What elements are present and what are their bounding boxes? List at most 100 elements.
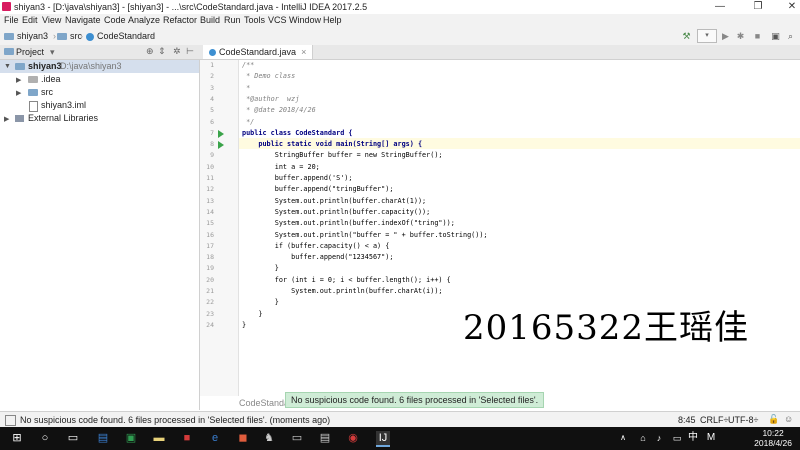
code-line: System.out.println(buffer.charAt(i)); xyxy=(242,287,443,295)
intellij-app-icon xyxy=(2,2,11,11)
volume-icon[interactable]: ♪ xyxy=(652,431,666,445)
chevron-down-icon[interactable]: ▾ xyxy=(50,47,55,58)
run-gutter-icon[interactable] xyxy=(218,129,224,138)
stop-icon[interactable]: ■ xyxy=(751,30,764,42)
qq-icon[interactable]: ♞ xyxy=(262,431,276,445)
code-line: System.out.println("buffer = " + buffer.… xyxy=(242,230,488,239)
hide-panel-icon[interactable]: ⊢ xyxy=(186,46,194,57)
breadcrumb-project[interactable]: shiyan3 xyxy=(4,31,48,41)
cursor-position[interactable]: 8:45 xyxy=(678,415,696,425)
menu-view[interactable]: View xyxy=(42,15,61,25)
breadcrumb-file-label: CodeStandard xyxy=(97,31,156,41)
edge-icon[interactable]: ▤ xyxy=(96,431,110,445)
status-bar: No suspicious code found. 6 files proces… xyxy=(0,411,800,428)
menu-refactor[interactable]: Refactor xyxy=(163,15,197,25)
ie-icon[interactable]: e xyxy=(208,431,222,445)
menu-navigate[interactable]: Navigate xyxy=(65,15,101,25)
line-number: 14 xyxy=(206,207,214,216)
project-panel-title[interactable]: Project xyxy=(16,47,44,57)
file-icon xyxy=(29,101,38,112)
store-icon[interactable]: ▣ xyxy=(124,431,138,445)
system-clock[interactable]: 10:22 2018/4/26 xyxy=(754,428,792,448)
line-number: 12 xyxy=(206,185,214,194)
tree-item-root[interactable]: ▼ shiyan3 D:\java\shiyan3 xyxy=(0,60,199,73)
file-encoding[interactable]: UTF-8÷ xyxy=(728,415,758,425)
line-number: 19 xyxy=(206,264,214,273)
run-config-dropdown[interactable]: ▾ xyxy=(697,29,717,43)
file-explorer-icon[interactable]: ▬ xyxy=(152,431,166,445)
tray-up-icon[interactable]: ∧ xyxy=(616,431,630,445)
ime-indicator[interactable]: 中 xyxy=(686,431,700,445)
breadcrumb-folder[interactable]: src xyxy=(57,31,82,41)
editor-tab[interactable]: CodeStandard.java × xyxy=(203,45,314,59)
run-gutter-icon[interactable] xyxy=(218,141,224,150)
close-button[interactable]: ✕ xyxy=(772,0,800,14)
lock-icon[interactable]: 🔓 xyxy=(768,414,779,425)
class-icon xyxy=(86,32,94,41)
chevron-right-icon[interactable]: ▶ xyxy=(4,115,9,123)
tree-item-external-libraries[interactable]: ▶ External Libraries xyxy=(0,112,199,125)
menu-run[interactable]: Run xyxy=(224,15,241,25)
line-separator[interactable]: CRLF÷ xyxy=(700,415,728,425)
line-number: 24 xyxy=(206,320,214,329)
battery-icon[interactable]: ▭ xyxy=(670,431,684,445)
app-icon[interactable]: ■ xyxy=(180,431,194,445)
run-icon[interactable]: ▶ xyxy=(719,30,732,42)
search-everywhere-icon[interactable]: ⌕ xyxy=(784,30,797,42)
watermark-text: 20165322王瑶佳 xyxy=(463,308,750,348)
debug-icon[interactable]: ✱ xyxy=(734,30,747,42)
ime-mode-icon[interactable]: M xyxy=(704,431,718,445)
folder-icon xyxy=(15,63,25,70)
menu-vcs[interactable]: VCS xyxy=(268,15,287,25)
scroll-from-source-icon[interactable]: ⊕ xyxy=(146,46,154,57)
status-message: No suspicious code found. 6 files proces… xyxy=(20,415,331,425)
project-folder-icon xyxy=(4,33,14,41)
tree-item-idea[interactable]: ▶ .idea xyxy=(0,73,199,86)
menu-build[interactable]: Build xyxy=(200,15,220,25)
chevron-right-icon[interactable]: ▶ xyxy=(16,89,21,97)
menu-help[interactable]: Help xyxy=(323,15,342,25)
line-number: 17 xyxy=(206,241,214,250)
project-structure-icon[interactable]: ▣ xyxy=(769,30,782,42)
minimize-button[interactable]: — xyxy=(700,0,740,14)
inspector-icon[interactable]: ☺ xyxy=(784,414,793,424)
menu-tools[interactable]: Tools xyxy=(244,15,265,25)
menu-file[interactable]: File xyxy=(4,15,19,25)
network-icon[interactable]: ⌂ xyxy=(636,431,650,445)
line-number: 9 xyxy=(210,151,214,160)
breadcrumb-separator-icon: › xyxy=(150,31,153,41)
menu-analyze[interactable]: Analyze xyxy=(128,15,160,25)
tree-item-label: src xyxy=(41,87,53,97)
menu-edit[interactable]: Edit xyxy=(22,15,38,25)
chevron-down-icon[interactable]: ▼ xyxy=(4,63,11,70)
library-icon xyxy=(15,115,24,122)
line-number: 13 xyxy=(206,196,214,205)
chevron-right-icon[interactable]: ▶ xyxy=(16,76,21,84)
line-number: 6 xyxy=(210,117,214,126)
search-icon[interactable]: ○ xyxy=(38,431,52,445)
tree-item-label: External Libraries xyxy=(28,113,99,123)
code-line: * @date 2018/4/26 xyxy=(242,106,316,115)
tree-item-src[interactable]: ▶ src xyxy=(0,86,199,99)
intellij-taskbar-icon[interactable]: IJ xyxy=(376,431,390,447)
make-project-icon[interactable]: ⚒ xyxy=(680,30,693,42)
line-number: 4 xyxy=(210,94,214,103)
gear-icon[interactable]: ✲ xyxy=(173,46,181,57)
code-line: } xyxy=(242,264,279,273)
inspection-popup: No suspicious code found. 6 files proces… xyxy=(285,392,545,408)
tree-item-iml[interactable]: shiyan3.iml xyxy=(0,99,199,112)
task-view-icon[interactable]: ▭ xyxy=(66,431,80,445)
line-number: 22 xyxy=(206,298,214,307)
menu-code[interactable]: Code xyxy=(104,15,126,25)
breadcrumb-file[interactable]: CodeStandard xyxy=(86,31,155,41)
vm-icon[interactable]: ▭ xyxy=(290,431,304,445)
media-icon[interactable]: ▤ xyxy=(318,431,332,445)
windows-start-icon[interactable]: ⊞ xyxy=(10,431,24,445)
clock-date: 2018/4/26 xyxy=(754,438,792,448)
collapse-all-icon[interactable]: ⇕ xyxy=(158,46,166,57)
office-icon[interactable]: ◼ xyxy=(236,431,250,445)
tool-window-icon[interactable] xyxy=(5,415,16,426)
netease-icon[interactable]: ◉ xyxy=(346,431,360,445)
close-icon[interactable]: × xyxy=(301,47,306,57)
menu-window[interactable]: Window xyxy=(289,15,321,25)
